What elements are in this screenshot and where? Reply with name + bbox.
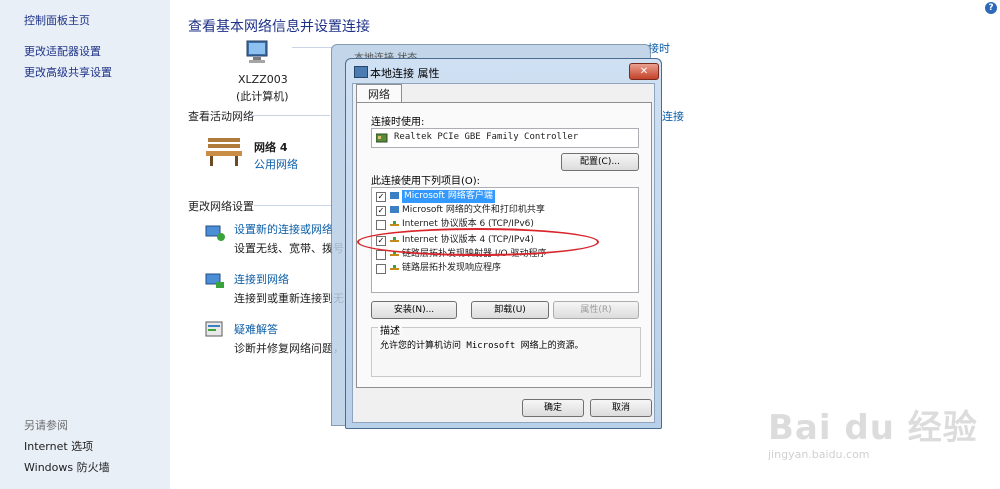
change-adapter-settings-link[interactable]: 更改适配器设置	[24, 43, 101, 59]
description-text: 允许您的计算机访问 Microsoft 网络上的资源。	[380, 341, 584, 351]
highlight-ellipse	[357, 228, 599, 256]
baidu-watermark-url: jingyan.baidu.com	[768, 448, 870, 461]
setup-connection-desc: 设置无线、宽带、拨号	[234, 242, 344, 255]
see-also-heading: 另请参阅	[24, 419, 68, 432]
client-icon	[390, 192, 399, 199]
change-sharing-settings-link[interactable]: 更改高级共享设置	[24, 64, 112, 80]
troubleshoot-desc: 诊断并修复网络问题，	[234, 342, 344, 355]
configure-button[interactable]: 配置(C)...	[561, 153, 639, 171]
computer-subtitle: (此计算机)	[236, 90, 289, 103]
close-button[interactable]: ✕	[629, 63, 659, 80]
connect-using-label: 连接时使用:	[371, 117, 425, 128]
checkbox[interactable]: ✓	[376, 192, 386, 202]
troubleshoot-link[interactable]: 疑难解答	[234, 321, 278, 337]
network-name: 网络 4	[254, 141, 288, 154]
adapter-name: Realtek PCIe GBE Family Controller	[394, 132, 579, 142]
view-full-map-link[interactable]: 接时	[648, 40, 670, 56]
connect-disconnect-link[interactable]: 连接	[662, 108, 684, 124]
computer-icon	[246, 40, 268, 63]
checkbox[interactable]: ✓	[376, 206, 386, 216]
page-title: 查看基本网络信息并设置连接	[188, 19, 370, 35]
divider	[254, 205, 332, 206]
properties-button[interactable]: 属性(R)	[553, 301, 639, 319]
connect-to-network-desc: 连接到或重新连接到无	[234, 292, 344, 305]
dialog-title: 本地连接 属性	[370, 67, 440, 80]
sidebar: 控制面板主页 更改适配器设置 更改高级共享设置 另请参阅 Internet 选项…	[0, 0, 170, 489]
connect-to-network-link[interactable]: 连接到网络	[234, 271, 289, 287]
protocol-icon	[390, 221, 399, 226]
item-label: 链路层拓扑发现响应程序	[402, 263, 502, 273]
client-icon	[390, 206, 399, 213]
setup-connection-link[interactable]: 设置新的连接或网络	[234, 221, 333, 237]
windows-firewall-link[interactable]: Windows 防火墙	[24, 459, 110, 475]
checkbox[interactable]	[376, 220, 386, 230]
public-network-bench-icon	[206, 138, 242, 166]
new-connection-icon	[205, 225, 225, 241]
change-settings-heading: 更改网络设置	[188, 200, 254, 213]
connection-line	[292, 47, 332, 48]
network-adapter-icon	[354, 66, 368, 78]
description-label: 描述	[378, 322, 402, 337]
network-type-link[interactable]: 公用网络	[254, 156, 298, 172]
tab-network[interactable]: 网络	[356, 84, 402, 104]
divider	[250, 115, 330, 116]
baidu-watermark-logo: Bai du 经验	[768, 408, 978, 448]
checkbox[interactable]	[376, 264, 386, 274]
install-button[interactable]: 安装(N)...	[371, 301, 457, 319]
description-group: 描述 允许您的计算机访问 Microsoft 网络上的资源。	[371, 322, 641, 377]
troubleshoot-icon	[205, 321, 223, 337]
items-label: 此连接使用下列项目(O):	[371, 176, 481, 187]
list-item[interactable]: 链路层拓扑发现响应程序	[376, 262, 638, 275]
adapter-box: Realtek PCIe GBE Family Controller	[371, 128, 639, 148]
ok-button[interactable]: 确定	[522, 399, 584, 417]
nic-icon	[376, 133, 388, 143]
checkbox[interactable]	[376, 250, 386, 260]
item-label: Microsoft 网络的文件和打印机共享	[402, 205, 545, 215]
item-label: Microsoft 网络客户端	[402, 190, 495, 203]
control-panel-home-link[interactable]: 控制面板主页	[24, 12, 90, 28]
connect-network-icon	[205, 273, 224, 288]
uninstall-button[interactable]: 卸载(U)	[471, 301, 549, 319]
list-item[interactable]: ✓ Microsoft 网络的文件和打印机共享	[376, 204, 638, 217]
cancel-button[interactable]: 取消	[590, 399, 652, 417]
active-networks-heading: 查看活动网络	[188, 110, 254, 123]
computer-name: XLZZ003	[238, 73, 288, 86]
help-icon[interactable]: ?	[985, 2, 997, 14]
internet-options-link[interactable]: Internet 选项	[24, 438, 93, 454]
list-item[interactable]: ✓ Microsoft 网络客户端	[376, 190, 638, 203]
protocol-icon	[390, 265, 399, 270]
